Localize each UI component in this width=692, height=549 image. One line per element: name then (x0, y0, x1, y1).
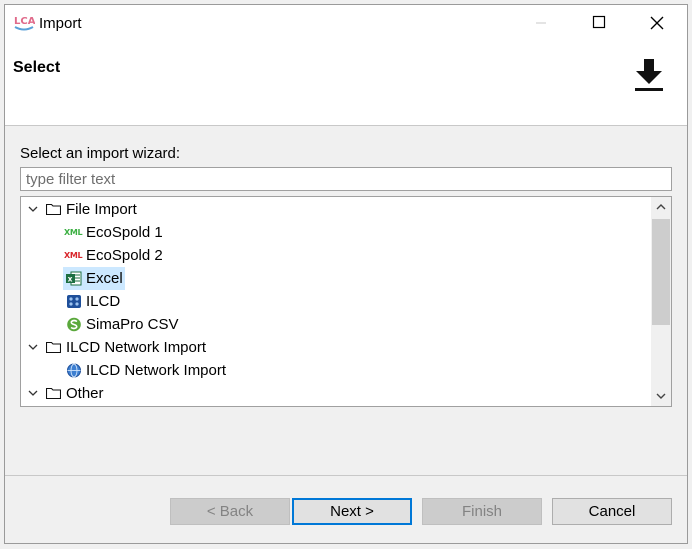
maximize-button[interactable] (570, 5, 628, 41)
button-bar-separator (5, 475, 687, 476)
folder-icon (46, 341, 61, 353)
tree-item-label: ILCD Network Import (86, 362, 227, 379)
close-icon (650, 16, 664, 30)
chevron-down-icon[interactable] (27, 382, 39, 405)
excel-icon: x (66, 271, 82, 286)
ilcd-icon (67, 295, 81, 308)
close-button[interactable] (628, 5, 686, 41)
maximize-icon (592, 15, 606, 29)
tree-item-label: SimaPro CSV (86, 316, 179, 333)
page-title: Select (13, 59, 61, 76)
chevron-down-icon[interactable] (27, 198, 39, 221)
tree-item-ilcd[interactable]: ILCD (21, 290, 651, 313)
tree-group-other[interactable]: Other (21, 382, 651, 405)
svg-text:x: x (68, 275, 73, 284)
finish-button[interactable]: Finish (422, 498, 542, 525)
tree-item-ecospold-2[interactable]: XML EcoSpold 2 (21, 244, 651, 267)
openlca-app-icon: LCA (14, 16, 35, 31)
tree-item-simapro-csv[interactable]: SimaPro CSV (21, 313, 651, 336)
folder-icon (46, 387, 61, 399)
tree-group-file-import[interactable]: File Import (21, 198, 651, 221)
chevron-down-icon[interactable] (27, 336, 39, 359)
tree-scrollbar[interactable] (651, 197, 671, 406)
import-wizard-tree[interactable]: File Import XML EcoSpold 1 XML EcoSpold … (20, 196, 672, 407)
title-bar[interactable]: LCA Import (5, 5, 687, 43)
back-button[interactable]: < Back (170, 498, 290, 525)
tree-item-label: EcoSpold 2 (86, 247, 163, 264)
window-title: Import (39, 15, 82, 32)
next-button[interactable]: Next > (292, 498, 412, 525)
tree-group-ilcd-network-import[interactable]: ILCD Network Import (21, 336, 651, 359)
tree-group-label: ILCD Network Import (66, 339, 207, 356)
tree-group-label: File Import (66, 201, 137, 218)
folder-icon (46, 203, 61, 215)
tree-item-excel[interactable]: x Excel (21, 267, 651, 290)
import-dialog: LCA Import Select Select an import wizar… (4, 4, 688, 544)
scroll-up-icon[interactable] (651, 197, 671, 217)
tree-item-label: Excel (86, 270, 123, 287)
cancel-button[interactable]: Cancel (552, 498, 672, 525)
wizard-banner: Select (5, 43, 687, 126)
tree-item-ecospold-1[interactable]: XML EcoSpold 1 (21, 221, 651, 244)
wizard-select-label: Select an import wizard: (20, 145, 181, 162)
minimize-icon (536, 22, 546, 24)
globe-icon (67, 363, 81, 378)
tree-group-label: Other (66, 385, 104, 402)
svg-text:LCA: LCA (14, 16, 35, 27)
scrollbar-thumb[interactable] (652, 219, 670, 325)
tree-item-label: ILCD (86, 293, 121, 310)
tree-item-label: EcoSpold 1 (86, 224, 163, 241)
tree-item-ilcd-network-import[interactable]: ILCD Network Import (21, 359, 651, 382)
minimize-button[interactable] (512, 5, 570, 41)
filter-input[interactable] (20, 167, 672, 191)
xml-green-icon: XML (64, 228, 83, 237)
scroll-down-icon[interactable] (651, 386, 671, 406)
xml-red-icon: XML (64, 251, 83, 260)
simapro-icon (67, 317, 81, 332)
download-icon (635, 59, 663, 91)
